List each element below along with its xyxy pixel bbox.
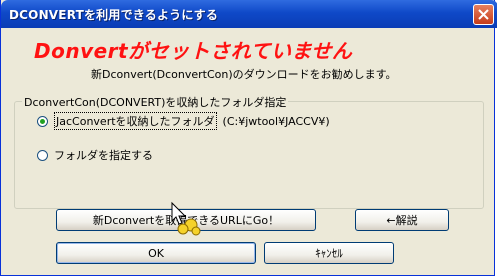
cancel-button[interactable]: ｷｬﾝｾﾙ — [264, 242, 394, 264]
radio-button-unchecked[interactable] — [37, 149, 48, 161]
folder-path-text: (C:¥jwtool¥JACCV¥) — [222, 114, 330, 128]
groupbox-legend: DconvertCon(DCONVERT)を収納したフォルダ指定 — [22, 94, 289, 110]
recommendation-text: 新Dconvert(DconvertCon)のダウンロードをお勧めします。 — [91, 68, 397, 81]
folder-groupbox: DconvertCon(DCONVERT)を収納したフォルダ指定 JacConv… — [14, 94, 484, 209]
close-button[interactable] — [473, 4, 494, 25]
ok-button[interactable]: OK — [56, 242, 256, 264]
radio-label-specify[interactable]: フォルダを指定する — [54, 147, 153, 163]
hand-cursor-icon — [171, 201, 201, 236]
close-icon — [478, 9, 489, 20]
window-title: DCONVERTを利用できるようにする — [9, 8, 219, 22]
radio-jacconvert-folder[interactable]: JacConvertを収納したフォルダ (C:¥jwtool¥JACCV¥) — [37, 112, 330, 130]
warning-headline: Donvertがセットされていません — [34, 39, 353, 63]
dialog-window: DCONVERTを利用できるようにする Donvertがセットされていません 新… — [0, 0, 497, 276]
radio-specify-folder[interactable]: フォルダを指定する — [37, 147, 153, 163]
radio-button-checked[interactable] — [37, 115, 48, 127]
title-bar[interactable]: DCONVERTを利用できるようにする — [1, 0, 497, 28]
dialog-body: Donvertがセットされていません 新Dconvert(DconvertCon… — [4, 28, 493, 273]
explain-button[interactable]: ←解説 — [355, 209, 449, 231]
radio-label-jacconvert[interactable]: JacConvertを収納したフォルダ — [54, 112, 217, 130]
